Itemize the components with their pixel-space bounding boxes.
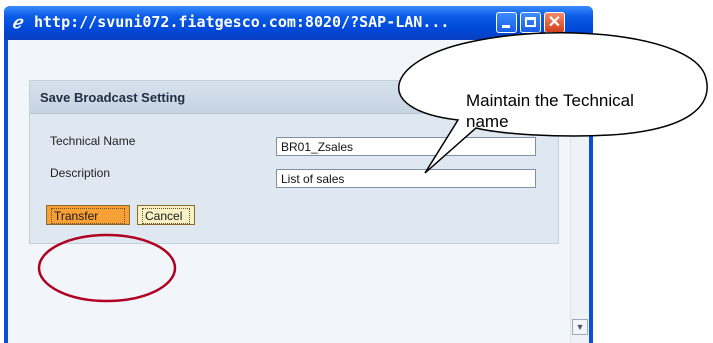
technical-name-input[interactable]: BR01_Zsales	[276, 137, 536, 156]
close-button[interactable]: ✕	[544, 12, 565, 33]
callout-text: Maintain the Technical name	[466, 91, 634, 128]
description-label: Description	[50, 166, 111, 180]
window-content: Save Broadcast Setting Technical Name BR…	[8, 40, 589, 343]
transfer-button[interactable]: Transfer	[46, 205, 130, 225]
maximize-button[interactable]	[520, 12, 541, 33]
title-bar[interactable]: ℯ http://svuni072.fiatgesco.com:8020/?SA…	[4, 6, 593, 40]
technical-name-label: Technical Name	[50, 134, 136, 148]
close-icon: ✕	[547, 14, 562, 31]
internet-explorer-icon: ℯ	[12, 13, 23, 32]
scroll-down-arrow-icon[interactable]: ▼	[572, 319, 588, 335]
vertical-scrollbar[interactable]: ▼	[570, 40, 589, 343]
cancel-button[interactable]: Cancel	[137, 205, 195, 225]
window-title: http://svuni072.fiatgesco.com:8020/?SAP-…	[34, 13, 450, 31]
minimize-icon	[502, 25, 510, 28]
maximize-icon	[525, 17, 536, 27]
browser-popup-window: ℯ http://svuni072.fiatgesco.com:8020/?SA…	[4, 6, 593, 343]
cancel-button-label: Cancel	[142, 208, 190, 224]
description-input[interactable]: List of sales	[276, 169, 536, 188]
dialog-title: Save Broadcast Setting	[40, 90, 186, 105]
transfer-button-label: Transfer	[51, 208, 125, 224]
minimize-button[interactable]	[496, 12, 517, 33]
